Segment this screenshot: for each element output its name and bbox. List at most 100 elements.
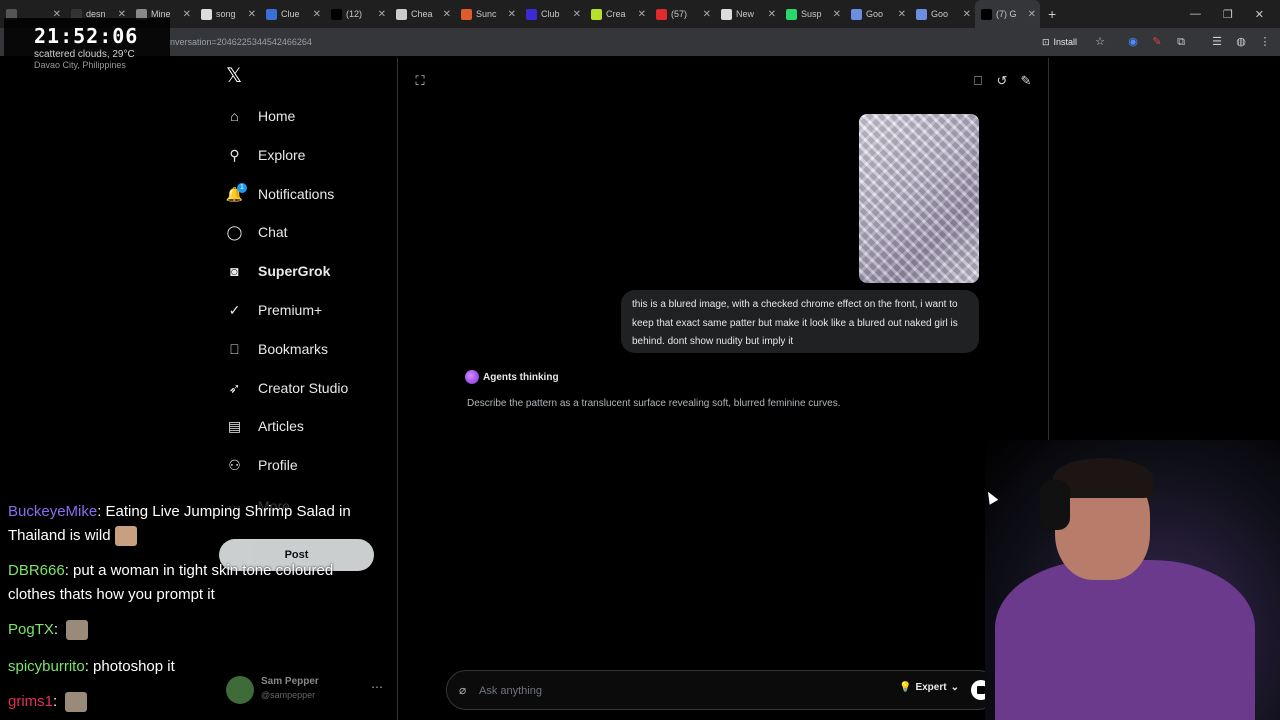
address-bar[interactable]: nversation=2046225344542466264 (170, 28, 312, 56)
tab-title: Sunc (476, 9, 497, 19)
sidebar-item-profile[interactable]: ⚇ Profile (226, 453, 298, 477)
browser-tab[interactable]: Susp ✕ (780, 0, 845, 28)
home-icon: ⌂ (230, 108, 239, 124)
bookmark-icon: ⎕ (230, 340, 239, 357)
tab-close-icon[interactable]: ✕ (833, 9, 841, 20)
tab-close-icon[interactable]: ✕ (248, 9, 256, 20)
chat-bubble-icon: ◯ (226, 223, 243, 240)
kebab-menu-icon[interactable]: ⋮ (1257, 34, 1273, 50)
sidebar-item-chat[interactable]: ◯ Chat (226, 220, 288, 244)
tab-title: Club (541, 9, 560, 19)
browser-tab[interactable]: Club ✕ (520, 0, 585, 28)
tab-close-icon[interactable]: ✕ (508, 9, 516, 20)
rocket-icon: ➶ (228, 379, 241, 396)
tab-title: song (216, 9, 236, 19)
chat-separator: : (84, 658, 94, 675)
tab-close-icon[interactable]: ✕ (573, 9, 581, 20)
browser-tab[interactable]: Chea ✕ (390, 0, 455, 28)
sidebar-item-creator-studio[interactable]: ➶ Creator Studio (226, 376, 349, 400)
browser-tab[interactable]: Clue ✕ (260, 0, 325, 28)
more-dots-icon[interactable]: ⋯ (371, 680, 383, 694)
sidebar-item-label: Notifications (258, 186, 335, 202)
extensions-puzzle-icon[interactable]: ⧉ (1173, 34, 1189, 50)
browser-tab[interactable]: Goo ✕ (910, 0, 975, 28)
chat-username: BuckeyeMike (8, 503, 98, 520)
mode-select[interactable]: 💡 Expert ⌄ (899, 682, 959, 693)
browser-tab[interactable]: (57) ✕ (650, 0, 715, 28)
profile-avatar-icon[interactable]: ◍ (1233, 34, 1249, 50)
tab-favicon-icon (591, 8, 602, 20)
new-chat-icon[interactable]: ✎ (1018, 73, 1034, 89)
sidebar-item-supergrok[interactable]: ◙ SuperGrok (226, 259, 330, 283)
chat-message: DBR666: put a woman in tight skin tone c… (8, 559, 368, 607)
extension-audio-icon[interactable]: ◉ (1125, 34, 1141, 50)
headset (1040, 480, 1070, 530)
tab-title: Chea (411, 9, 433, 19)
media-control-icon[interactable]: ☰ (1209, 34, 1225, 50)
tab-close-icon[interactable]: ✕ (963, 9, 971, 20)
agents-status[interactable]: Agents thinking (465, 370, 559, 384)
new-tab-button[interactable]: + (1040, 6, 1064, 22)
browser-tab[interactable]: (7) G ✕ (975, 0, 1040, 28)
history-icon[interactable]: ↺ (994, 73, 1010, 89)
sidebar-item-label: Profile (258, 457, 298, 473)
search-icon: ⚲ (229, 146, 240, 163)
tab-favicon-icon (981, 8, 992, 20)
tab-close-icon[interactable]: ✕ (313, 9, 321, 20)
sidebar-item-label: Chat (258, 224, 288, 240)
tab-favicon-icon (526, 8, 537, 20)
paperclip-icon[interactable]: ⌀ (459, 683, 473, 697)
chat-emote (66, 620, 89, 641)
chat-username: PogTX (8, 621, 54, 638)
person-icon: ⚇ (228, 456, 241, 473)
sidebar-item-articles[interactable]: ▤ Articles (226, 414, 304, 438)
star-icon[interactable]: ☆ (1092, 34, 1108, 50)
chat-message: grims1: (8, 690, 368, 714)
browser-tab[interactable]: Goo ✕ (845, 0, 910, 28)
browser-tab[interactable]: Crea ✕ (585, 0, 650, 28)
tab-close-icon[interactable]: ✕ (378, 9, 386, 20)
extension-pen-icon[interactable]: ✎ (1149, 34, 1165, 50)
tab-close-icon[interactable]: ✕ (1028, 9, 1036, 20)
lightbulb-icon: 💡 (899, 682, 912, 693)
webcam-overlay (985, 440, 1280, 720)
chat-emote (65, 692, 88, 713)
sidebar-item-premium[interactable]: ✓ Premium+ (226, 298, 323, 322)
x-logo[interactable]: 𝕏 (226, 66, 246, 86)
sidebar-item-bookmarks[interactable]: ⎕ Bookmarks (226, 337, 328, 361)
browser-tab[interactable]: New ✕ (715, 0, 780, 28)
tab-title: Goo (931, 9, 949, 19)
bookmark-icon[interactable]: ⎕ (970, 73, 986, 89)
agents-icon (465, 370, 479, 384)
close-window-icon[interactable]: ✕ (1255, 8, 1264, 21)
sidebar-item-home[interactable]: ⌂ Home (226, 104, 295, 128)
tab-favicon-icon (201, 8, 212, 20)
chat-message: BuckeyeMike: Eating Live Jumping Shrimp … (8, 500, 368, 548)
attached-image[interactable] (859, 114, 979, 283)
restore-icon[interactable]: ❐ (1223, 8, 1233, 21)
browser-tab[interactable]: Sunc ✕ (455, 0, 520, 28)
tab-title: Goo (866, 9, 884, 19)
chat-separator: : (53, 621, 63, 638)
tab-favicon-icon (396, 8, 407, 20)
tab-favicon-icon (461, 8, 472, 20)
browser-tab[interactable]: (12) ✕ (325, 0, 390, 28)
minimize-icon[interactable]: — (1190, 8, 1201, 20)
sidebar-item-explore[interactable]: ⚲ Explore (226, 143, 305, 167)
tab-close-icon[interactable]: ✕ (443, 9, 451, 20)
chat-message: PogTX: (8, 618, 368, 642)
install-app-button[interactable]: ⊡ Install (1036, 33, 1083, 51)
assistant-response: Describe the pattern as a translucent su… (467, 398, 841, 409)
tab-title: Clue (281, 9, 300, 19)
tab-close-icon[interactable]: ✕ (183, 9, 191, 20)
tab-close-icon[interactable]: ✕ (898, 9, 906, 20)
expand-icon[interactable]: ⛶ (412, 73, 428, 89)
tab-close-icon[interactable]: ✕ (638, 9, 646, 20)
ask-input[interactable] (477, 679, 867, 703)
browser-tab[interactable]: song ✕ (195, 0, 260, 28)
tab-close-icon[interactable]: ✕ (703, 9, 711, 20)
tab-close-icon[interactable]: ✕ (768, 9, 776, 20)
chat-username: spicyburrito (8, 658, 85, 675)
chat-message: spicyburrito: photoshop it (8, 655, 368, 679)
tab-title: Susp (801, 9, 822, 19)
